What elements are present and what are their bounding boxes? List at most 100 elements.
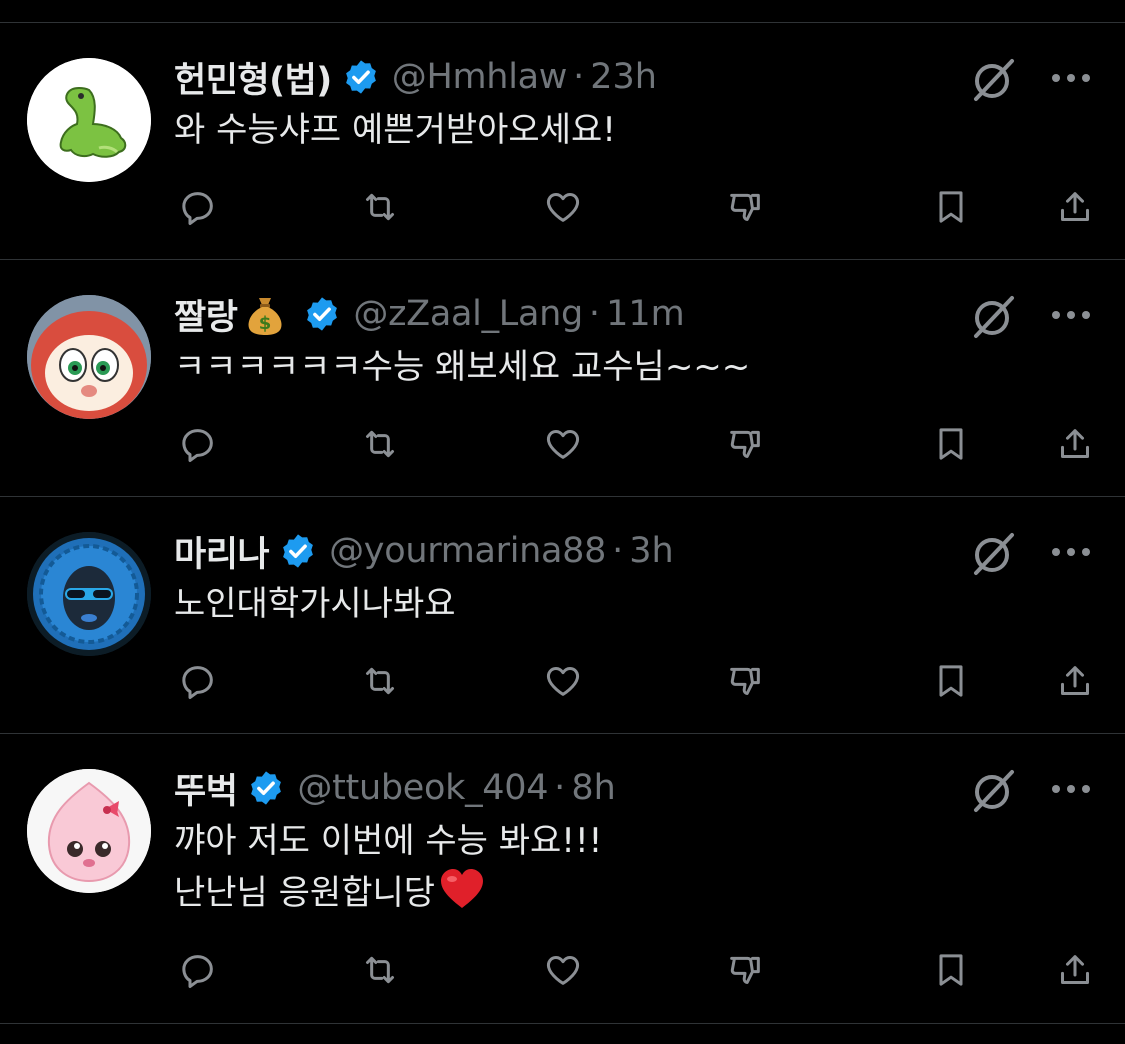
green-dinosaur-avatar xyxy=(27,58,151,182)
separator-dot: · xyxy=(554,768,566,808)
timestamp[interactable]: 3h xyxy=(629,531,673,571)
grok-icon[interactable] xyxy=(970,529,1018,577)
more-icon[interactable] xyxy=(1050,783,1092,795)
more-icon[interactable] xyxy=(1050,72,1092,84)
tweet-header: 마리나 @yourmarina88 · 3h xyxy=(174,526,674,576)
share-button[interactable] xyxy=(1053,422,1097,466)
dislike-icon xyxy=(730,193,760,221)
avatar[interactable] xyxy=(27,295,151,419)
dislike-button[interactable] xyxy=(723,185,767,229)
like-button[interactable] xyxy=(541,948,585,992)
reply-button[interactable] xyxy=(176,948,220,992)
repost-icon xyxy=(366,956,394,984)
like-icon xyxy=(546,430,580,459)
action-bar xyxy=(0,659,1125,703)
repost-button[interactable] xyxy=(358,948,402,992)
like-icon xyxy=(546,193,580,222)
tweet-text-line: 꺄아 저도 이번에 수능 봐요!!! xyxy=(174,821,603,861)
avatar[interactable] xyxy=(27,58,151,182)
dislike-icon xyxy=(730,430,760,458)
timestamp[interactable]: 11m xyxy=(606,294,685,334)
verified-badge-icon xyxy=(251,771,282,805)
bookmark-icon xyxy=(939,428,963,460)
tweet-text-line: 난난님 응원합니당 xyxy=(174,873,436,913)
tweet-header: 뚜벅 @ttubeok_404 · 8h xyxy=(174,763,616,813)
svg-text:$: $ xyxy=(259,313,272,334)
reply-button[interactable] xyxy=(176,659,220,703)
tweet-text: 꺄아 저도 이번에 수능 봐요!!! 난난님 응원합니당 xyxy=(174,815,1074,919)
share-icon xyxy=(1061,192,1089,221)
action-bar xyxy=(0,948,1125,992)
tweet-text: 와 수능샤프 예쁜거받아오세요! xyxy=(174,110,616,150)
tweet-header: 짤랑 $ @zZaal_Lang · 11m xyxy=(174,289,685,339)
like-button[interactable] xyxy=(541,659,585,703)
red-heart-emoji xyxy=(441,869,484,908)
display-name[interactable]: 뚜벅 xyxy=(174,763,238,814)
reply-icon xyxy=(182,955,213,988)
user-handle[interactable]: @Hmhlaw xyxy=(392,57,568,97)
separator-dot: · xyxy=(573,57,585,97)
user-handle[interactable]: @ttubeok_404 xyxy=(297,768,548,808)
repost-button[interactable] xyxy=(358,422,402,466)
repost-icon xyxy=(366,667,394,695)
grok-icon[interactable] xyxy=(970,292,1018,340)
pink-peach-character-avatar xyxy=(27,769,151,893)
dislike-icon xyxy=(730,956,760,984)
repost-button[interactable] xyxy=(358,185,402,229)
more-icon[interactable] xyxy=(1050,309,1092,321)
verified-badge-icon xyxy=(283,534,313,568)
dislike-button[interactable] xyxy=(723,948,767,992)
bookmark-button[interactable] xyxy=(929,422,973,466)
repost-button[interactable] xyxy=(358,659,402,703)
user-handle[interactable]: @yourmarina88 xyxy=(329,531,606,571)
timestamp[interactable]: 23h xyxy=(590,57,657,97)
verified-badge-icon xyxy=(345,60,376,94)
reply-button[interactable] xyxy=(176,185,220,229)
grok-icon[interactable] xyxy=(970,766,1018,814)
dislike-button[interactable] xyxy=(723,659,767,703)
reply-icon xyxy=(182,666,213,699)
like-button[interactable] xyxy=(541,422,585,466)
avatar[interactable] xyxy=(27,532,151,656)
share-icon xyxy=(1061,955,1089,984)
dislike-button[interactable] xyxy=(723,422,767,466)
repost-icon xyxy=(366,193,394,221)
share-button[interactable] xyxy=(1053,659,1097,703)
display-name[interactable]: 짤랑 xyxy=(174,289,238,340)
share-button[interactable] xyxy=(1053,948,1097,992)
tweet-text: ㅋㅋㅋㅋㅋㅋ수능 왜보세요 교수님~~~ xyxy=(174,347,751,387)
timestamp[interactable]: 8h xyxy=(571,768,615,808)
like-button[interactable] xyxy=(541,185,585,229)
action-bar xyxy=(0,185,1125,229)
tweet-text: 노인대학가시나봐요 xyxy=(174,584,456,624)
blue-bonnet-portrait-avatar xyxy=(27,532,151,656)
divider xyxy=(0,1023,1125,1024)
reply-timeline: 헌민형(법) @Hmhlaw · 23h 와 수능샤프 예쁜거받아오세요! 짤랑… xyxy=(0,0,1125,1044)
more-icon[interactable] xyxy=(1050,546,1092,558)
display-name[interactable]: 헌민형(법) xyxy=(174,52,332,103)
dislike-icon xyxy=(730,667,760,695)
bookmark-icon xyxy=(939,191,963,223)
bookmark-button[interactable] xyxy=(929,659,973,703)
reply-icon xyxy=(182,429,213,462)
divider xyxy=(0,496,1125,497)
bookmark-button[interactable] xyxy=(929,185,973,229)
like-icon xyxy=(546,956,580,985)
like-icon xyxy=(546,667,580,696)
tweet-header: 헌민형(법) @Hmhlaw · 23h xyxy=(174,52,657,102)
avatar[interactable] xyxy=(27,769,151,893)
grok-icon[interactable] xyxy=(970,55,1018,103)
share-button[interactable] xyxy=(1053,185,1097,229)
divider xyxy=(0,22,1125,23)
repost-icon xyxy=(366,430,394,458)
bookmark-icon xyxy=(939,954,963,986)
display-name[interactable]: 마리나 xyxy=(174,526,270,577)
reply-icon xyxy=(182,192,213,225)
divider xyxy=(0,733,1125,734)
bookmark-icon xyxy=(939,665,963,697)
separator-dot: · xyxy=(588,294,601,334)
reply-button[interactable] xyxy=(176,422,220,466)
share-icon xyxy=(1061,666,1089,695)
user-handle[interactable]: @zZaal_Lang xyxy=(353,294,583,334)
bookmark-button[interactable] xyxy=(929,948,973,992)
